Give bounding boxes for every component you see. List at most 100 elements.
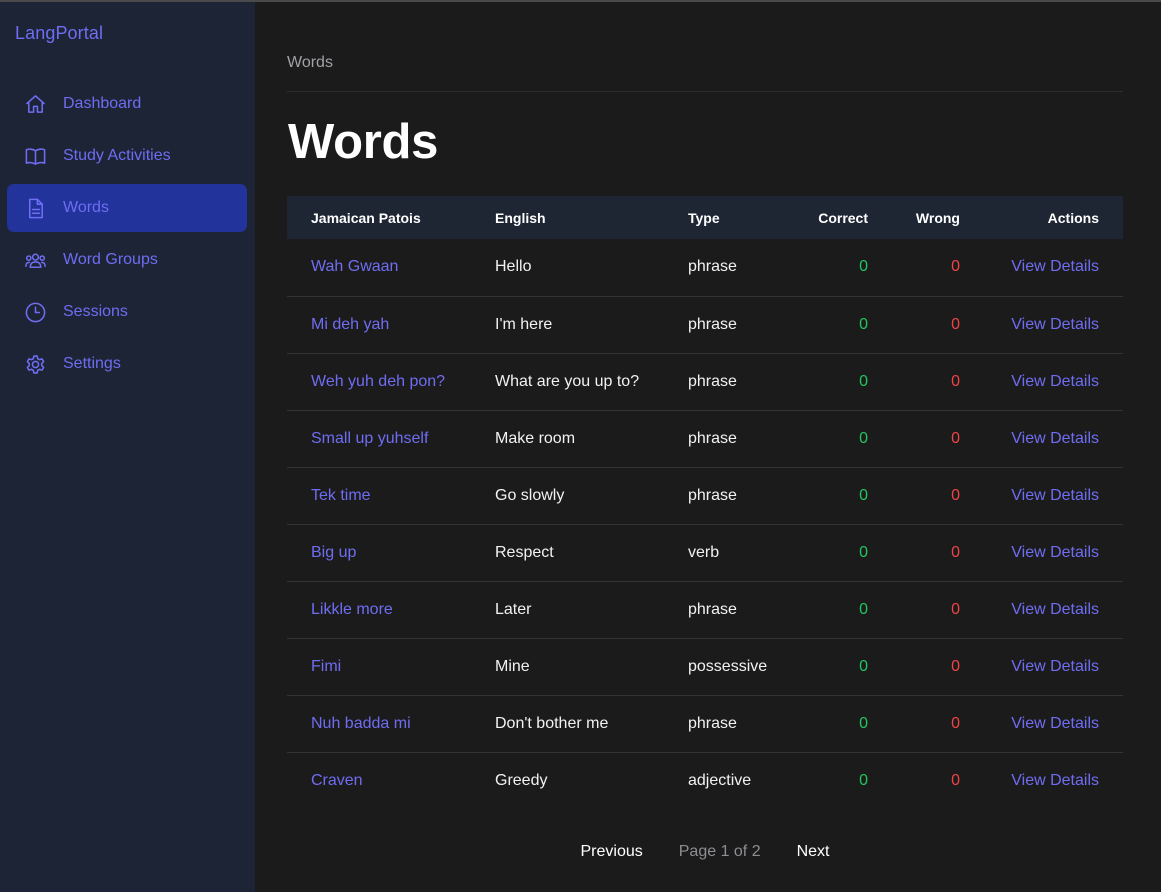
cell-correct: 0 (859, 714, 868, 732)
cell-type: phrase (688, 714, 737, 732)
view-details-link[interactable]: View Details (1011, 715, 1099, 732)
column-header-type[interactable]: Type (688, 196, 784, 239)
cell-english: I'm here (495, 315, 553, 333)
word-link[interactable]: Likkle more (311, 601, 393, 618)
cell-english: Greedy (495, 771, 548, 789)
cell-english: Later (495, 600, 532, 618)
cell-actions: View Details (960, 695, 1123, 752)
column-header-correct[interactable]: Correct (784, 196, 868, 239)
cell-type: phrase (688, 372, 737, 390)
word-link[interactable]: Wah Gwaan (311, 258, 398, 275)
table-row: Nuh badda mi Don't bother me phrase 0 0 … (287, 695, 1123, 752)
sidebar-item-label: Sessions (63, 303, 128, 320)
next-page-button[interactable]: Next (797, 843, 830, 861)
cell-type: phrase (688, 429, 737, 447)
word-link[interactable]: Small up yuhself (311, 430, 428, 447)
column-header-wrong[interactable]: Wrong (868, 196, 960, 239)
cell-wrong: 0 (951, 771, 960, 789)
sidebar-item-word-groups[interactable]: Word Groups (7, 236, 247, 284)
table-row: Fimi Mine possessive 0 0 View Details (287, 638, 1123, 695)
sidebar-item-label: Settings (63, 355, 121, 372)
table-header: Jamaican Patois English Type Correct Wro… (287, 196, 1123, 239)
word-link[interactable]: Craven (311, 772, 363, 789)
cell-type: verb (688, 543, 720, 561)
cell-actions: View Details (960, 638, 1123, 695)
cell-wrong: 0 (951, 543, 960, 561)
cell-english: What are you up to? (495, 372, 640, 390)
cell-patois: Likkle more (287, 581, 495, 638)
view-details-link[interactable]: View Details (1011, 544, 1099, 561)
table-row: Weh yuh deh pon? What are you up to? phr… (287, 353, 1123, 410)
page-title: Words (288, 115, 439, 169)
cell-correct: 0 (859, 315, 868, 333)
word-link[interactable]: Fimi (311, 658, 341, 675)
table-row: Tek time Go slowly phrase 0 0 View Detai… (287, 467, 1123, 524)
words-table: Jamaican Patois English Type Correct Wro… (287, 196, 1123, 809)
breadcrumb[interactable]: Words (287, 54, 333, 72)
pagination: Previous Page 1 of 2 Next (287, 843, 1123, 861)
cell-wrong: 0 (951, 429, 960, 447)
cell-wrong: 0 (951, 258, 960, 276)
cell-correct: 0 (859, 372, 868, 390)
view-details-link[interactable]: View Details (1011, 373, 1099, 390)
view-details-link[interactable]: View Details (1011, 316, 1099, 333)
cell-actions: View Details (960, 752, 1123, 809)
sidebar-item-settings[interactable]: Settings (7, 340, 247, 388)
view-details-link[interactable]: View Details (1011, 601, 1099, 618)
previous-page-button[interactable]: Previous (581, 843, 643, 861)
cell-english: Make room (495, 429, 576, 447)
column-header-patois[interactable]: Jamaican Patois (287, 196, 495, 239)
users-group-icon (23, 248, 47, 272)
cell-correct: 0 (859, 771, 868, 789)
table-row: Mi deh yah I'm here phrase 0 0 View Deta… (287, 296, 1123, 353)
cell-type: phrase (688, 486, 737, 504)
sidebar-item-words[interactable]: Words (7, 184, 247, 232)
cell-type: possessive (688, 657, 768, 675)
cell-wrong: 0 (951, 372, 960, 390)
word-link[interactable]: Big up (311, 544, 356, 561)
view-details-link[interactable]: View Details (1011, 430, 1099, 447)
cell-actions: View Details (960, 296, 1123, 353)
cell-actions: View Details (960, 410, 1123, 467)
cell-patois: Weh yuh deh pon? (287, 353, 495, 410)
word-link[interactable]: Weh yuh deh pon? (311, 373, 445, 390)
book-open-icon (23, 144, 47, 168)
cell-patois: Small up yuhself (287, 410, 495, 467)
word-link[interactable]: Tek time (311, 487, 371, 504)
cell-patois: Nuh badda mi (287, 695, 495, 752)
view-details-link[interactable]: View Details (1011, 487, 1099, 504)
cell-actions: View Details (960, 239, 1123, 296)
cell-patois: Big up (287, 524, 495, 581)
view-details-link[interactable]: View Details (1011, 258, 1099, 275)
word-link[interactable]: Nuh badda mi (311, 715, 411, 732)
cell-correct: 0 (859, 486, 868, 504)
table-row: Wah Gwaan Hello phrase 0 0 View Details (287, 239, 1123, 296)
brand-logo[interactable]: LangPortal (15, 23, 103, 44)
cell-actions: View Details (960, 581, 1123, 638)
cell-patois: Craven (287, 752, 495, 809)
word-link[interactable]: Mi deh yah (311, 316, 389, 333)
home-icon (23, 92, 47, 116)
view-details-link[interactable]: View Details (1011, 772, 1099, 789)
sidebar-item-sessions[interactable]: Sessions (7, 288, 247, 336)
cell-correct: 0 (859, 258, 868, 276)
view-details-link[interactable]: View Details (1011, 658, 1099, 675)
cell-type: phrase (688, 315, 737, 333)
cell-correct: 0 (859, 429, 868, 447)
table-row: Craven Greedy adjective 0 0 View Details (287, 752, 1123, 809)
cell-type: phrase (688, 600, 737, 618)
cell-type: adjective (688, 771, 752, 789)
cell-correct: 0 (859, 657, 868, 675)
cell-actions: View Details (960, 353, 1123, 410)
sidebar-item-study-activities[interactable]: Study Activities (7, 132, 247, 180)
cell-type: phrase (688, 258, 737, 276)
cell-patois: Tek time (287, 467, 495, 524)
clock-icon (23, 300, 47, 324)
cell-wrong: 0 (951, 714, 960, 732)
cell-correct: 0 (859, 600, 868, 618)
table-row: Small up yuhself Make room phrase 0 0 Vi… (287, 410, 1123, 467)
column-header-english[interactable]: English (495, 196, 688, 239)
cell-english: Respect (495, 543, 554, 561)
cell-wrong: 0 (951, 600, 960, 618)
sidebar-item-dashboard[interactable]: Dashboard (7, 80, 247, 128)
